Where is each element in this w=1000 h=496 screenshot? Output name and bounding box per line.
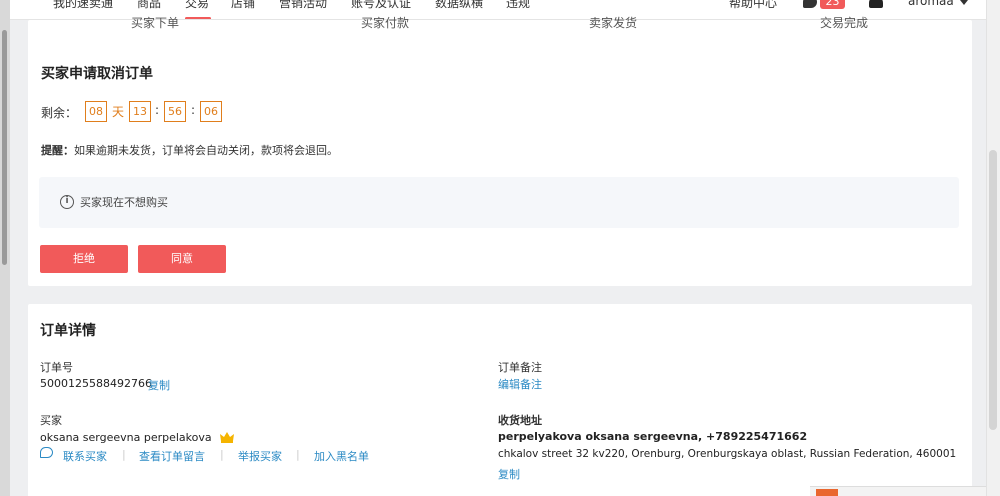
buyer-label: 买家 xyxy=(40,414,62,427)
order-remark-label: 订单备注 xyxy=(498,361,542,374)
contact-buyer-link[interactable]: 联系买家 xyxy=(63,448,107,464)
order-number-label: 订单号 xyxy=(40,361,73,374)
reject-button[interactable]: 拒绝 xyxy=(40,245,128,273)
timer-day-unit: 天 xyxy=(112,105,125,119)
order-number-value: 5000125588492766 xyxy=(40,377,152,390)
nav-item-my-aliexpress[interactable]: 我的速卖通 xyxy=(53,0,113,11)
left-panel-edge xyxy=(0,0,10,496)
step-seller-ship: 卖家发货 xyxy=(589,16,638,30)
timer-hours: 13 xyxy=(129,101,151,122)
info-icon: i xyxy=(60,195,74,209)
chat-icon[interactable] xyxy=(40,447,53,458)
edit-remark-link[interactable]: 编辑备注 xyxy=(498,376,542,392)
page-scrollbar-thumb[interactable] xyxy=(989,150,997,430)
order-progress-steps: 买家下单 买家付款 卖家发货 交易完成 xyxy=(28,16,972,32)
message-icon[interactable] xyxy=(803,0,817,8)
nav-item-data[interactable]: 数据纵横 xyxy=(435,0,483,11)
copy-order-number-link[interactable]: 复制 xyxy=(148,377,170,393)
reminder-label: 提醒： xyxy=(41,144,74,157)
step-buyer-pay: 买家付款 xyxy=(361,16,410,30)
bell-icon[interactable] xyxy=(869,0,883,8)
buyer-name: oksana sergeevna perpelakova xyxy=(40,431,212,444)
timer-days: 08 xyxy=(85,101,107,122)
link-divider: | xyxy=(122,448,126,461)
nav-item-violations[interactable]: 违规 xyxy=(506,0,530,11)
step-buyer-order: 买家下单 xyxy=(131,16,180,30)
cancel-reason-text: 买家现在不想购买 xyxy=(80,196,168,209)
app-logo-icon xyxy=(816,489,838,496)
timer-colon: : xyxy=(191,103,196,117)
bottom-toolbar xyxy=(810,486,986,496)
agree-button[interactable]: 同意 xyxy=(138,245,226,273)
order-details-title: 订单详情 xyxy=(40,323,96,339)
copy-address-link[interactable]: 复制 xyxy=(498,466,520,482)
timer-minutes: 56 xyxy=(164,101,186,122)
nav-item-store[interactable]: 店铺 xyxy=(231,0,255,11)
username-menu[interactable]: aromaa xyxy=(908,0,954,8)
timer-colon: : xyxy=(155,103,160,117)
page-scrollbar[interactable] xyxy=(986,0,1000,496)
nav-item-transactions[interactable]: 交易 xyxy=(185,0,209,11)
link-divider: | xyxy=(296,448,300,461)
link-divider: | xyxy=(220,448,224,461)
left-scrollbar-thumb[interactable] xyxy=(2,30,7,265)
help-center-link[interactable]: 帮助中心 xyxy=(729,0,777,11)
step-complete: 交易完成 xyxy=(820,16,869,30)
reminder-message: 如果逾期未发货，订单将会自动关闭，款项将会退回。 xyxy=(74,144,338,157)
remaining-label: 剩余： xyxy=(41,106,78,120)
reminder-text: 提醒：如果逾期未发货，订单将会自动关闭，款项将会退回。 xyxy=(41,142,338,158)
view-messages-link[interactable]: 查看订单留言 xyxy=(139,448,205,464)
nav-item-products[interactable]: 商品 xyxy=(137,0,161,11)
cancel-request-card: 买家下单 买家付款 卖家发货 交易完成 买家申请取消订单 剩余： 08 天 13… xyxy=(28,16,972,286)
nav-item-account[interactable]: 账号及认证 xyxy=(351,0,411,11)
chevron-down-icon[interactable] xyxy=(960,0,968,5)
report-buyer-link[interactable]: 举报买家 xyxy=(238,448,282,464)
nav-item-marketing[interactable]: 营销活动 xyxy=(279,0,327,11)
timer-seconds: 06 xyxy=(200,101,222,122)
shipping-address-label: 收货地址 xyxy=(498,414,542,427)
add-blacklist-link[interactable]: 加入黑名单 xyxy=(314,448,369,464)
order-details-card: 订单详情 订单号 5000125588492766 复制 订单备注 编辑备注 买… xyxy=(28,304,972,496)
shipping-address-line: chkalov street 32 kv220, Orenburg, Orenb… xyxy=(498,448,957,460)
cancel-reason-box: i 买家现在不想购买 xyxy=(39,177,959,228)
message-count-badge: 23 xyxy=(820,0,845,9)
shipping-address-name: perpelyakova oksana sergeevna, +78922547… xyxy=(498,430,808,443)
cancel-request-title: 买家申请取消订单 xyxy=(41,66,153,82)
